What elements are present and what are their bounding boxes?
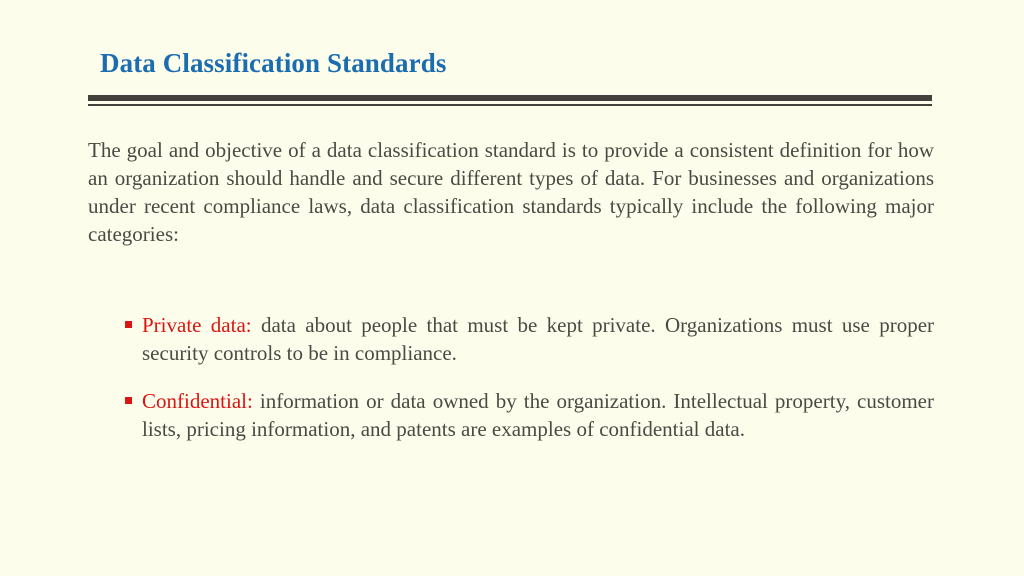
slide-canvas: Data Classification Standards The goal a…	[0, 0, 1024, 576]
intro-paragraph: The goal and objective of a data classif…	[88, 138, 934, 246]
category-term-confidential: Confidential:	[142, 389, 253, 413]
title-block: Data Classification Standards	[88, 48, 934, 79]
list-item: Private data: data about people that mus…	[124, 311, 934, 367]
category-description-private-data: data about people that must be kept priv…	[142, 313, 935, 365]
square-bullet-icon	[125, 321, 132, 328]
divider-thin-rule	[88, 104, 932, 106]
square-bullet-icon	[125, 397, 132, 404]
categories-bullet-list: Private data: data about people that mus…	[124, 311, 934, 443]
title-divider	[88, 95, 932, 106]
list-item: Confidential: information or data owned …	[124, 387, 934, 443]
category-term-private-data: Private data:	[142, 313, 252, 337]
page-title: Data Classification Standards	[100, 48, 447, 78]
category-description-confidential: information or data owned by the organiz…	[142, 389, 934, 441]
